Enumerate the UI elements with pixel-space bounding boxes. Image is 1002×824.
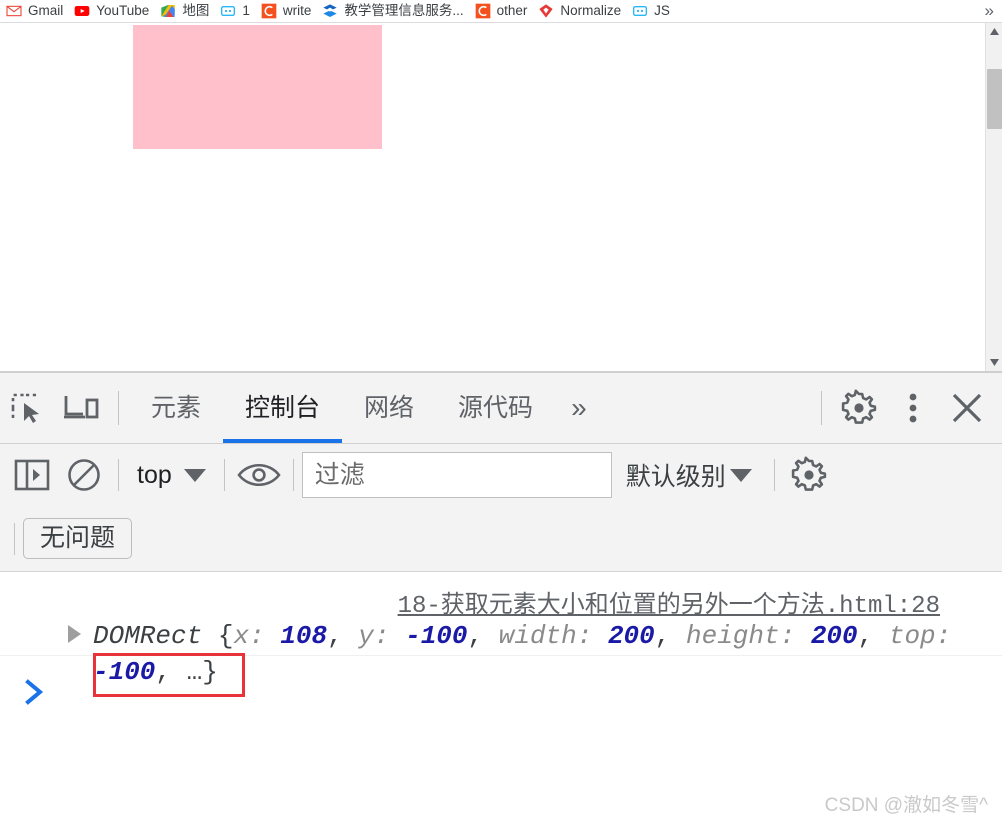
bookmark-js[interactable]: JS: [630, 0, 679, 22]
property-value-x: 108: [280, 621, 328, 651]
google-maps-icon: [161, 5, 175, 17]
blue-square-icon: [633, 6, 648, 16]
property-value-y: -100: [405, 621, 468, 651]
bookmark-label: write: [282, 3, 312, 19]
property-key-height: height:: [685, 621, 811, 651]
bookmark-1[interactable]: 1: [218, 0, 259, 22]
open-brace: {: [217, 621, 234, 651]
tab-elements[interactable]: 元素: [129, 374, 223, 443]
expand-triangle-icon[interactable]: [68, 625, 81, 643]
blue-badge-icon: [323, 4, 338, 17]
console-settings-gear-icon[interactable]: [783, 449, 835, 501]
separator: ,: [467, 621, 499, 651]
bookmarks-bar: Gmail YouTube 地图 1 write 教学管理信息服务... oth…: [0, 0, 1002, 22]
console-toolbar-divider: [118, 459, 119, 491]
close-icon[interactable]: [940, 377, 994, 439]
tabbar-divider: [118, 391, 119, 425]
tab-console[interactable]: 控制台: [223, 374, 343, 443]
separator: ,: [327, 621, 359, 651]
blue-square-icon: [221, 6, 236, 16]
csdn-watermark: CSDN @澈如冬雪^: [824, 795, 988, 816]
red-diamond-icon: [539, 4, 554, 18]
console-toolbar-second-row: 无问题: [0, 506, 1002, 572]
bookmark-youtube[interactable]: YouTube: [72, 0, 158, 22]
property-key-width: width:: [498, 621, 608, 651]
property-value-width: 200: [607, 621, 655, 651]
console-prompt-row[interactable]: [0, 668, 1002, 716]
bookmark-label: JS: [654, 3, 670, 19]
issues-divider: [14, 522, 15, 555]
orange-c-icon: [475, 3, 490, 19]
scroll-up-arrow-icon[interactable]: [986, 23, 1002, 40]
bookmark-other[interactable]: other: [473, 0, 537, 22]
console-output-area: 18-获取元素大小和位置的另外一个方法.html:28 DOMRect {x: …: [0, 572, 1002, 824]
separator: ,: [654, 621, 686, 651]
youtube-icon: [74, 6, 90, 16]
bookmark-normalize[interactable]: Normalize: [536, 0, 630, 22]
devtools-tabbar-actions: [811, 373, 1002, 444]
tabbar-actions-divider: [821, 391, 822, 425]
console-toolbar: top 默认级别: [0, 444, 1002, 506]
tab-sources[interactable]: 源代码: [436, 374, 555, 443]
console-source-link[interactable]: 18-获取元素大小和位置的另外一个方法.html:28: [398, 584, 940, 620]
console-filter-input[interactable]: [301, 452, 612, 498]
gmail-icon: [6, 5, 22, 17]
console-sidebar-toggle-icon[interactable]: [6, 449, 58, 501]
bookmark-label: Gmail: [28, 3, 64, 19]
inspect-element-icon[interactable]: [0, 377, 54, 439]
console-message-row[interactable]: 18-获取元素大小和位置的另外一个方法.html:28 DOMRect {x: …: [0, 572, 1002, 687]
page-scrollbar-thumb[interactable]: [987, 69, 1002, 129]
bookmark-gmail[interactable]: Gmail: [4, 0, 72, 22]
bookmark-label: 教学管理信息服务...: [344, 3, 464, 19]
object-type-label: DOMRect: [93, 621, 218, 651]
console-toolbar-divider-3: [292, 459, 294, 491]
console-toolbar-divider-2: [223, 459, 225, 491]
clear-console-icon[interactable]: [58, 449, 110, 501]
console-level-selector[interactable]: 默认级别: [612, 457, 766, 493]
tab-network[interactable]: 网络: [342, 374, 436, 443]
console-level-label: 默认级别: [625, 463, 726, 491]
bookmark-label: Normalize: [560, 3, 622, 19]
property-key-y: y:: [358, 621, 406, 651]
bookmark-maps[interactable]: 地图: [158, 0, 218, 22]
devtools-tabbar: 元素 控制台 网络 源代码 »: [0, 373, 1002, 444]
bookmark-label: other: [496, 3, 528, 19]
bookmark-label: 地图: [182, 3, 210, 19]
devtools-panel: 元素 控制台 网络 源代码 » top 过滤 默认级别 无问题 18-获取元素大…: [0, 371, 1002, 824]
bookmark-label: YouTube: [96, 3, 150, 19]
page-viewport: [0, 23, 1002, 371]
separator: ,: [857, 621, 889, 651]
property-key-x: x:: [233, 621, 281, 651]
more-options-icon[interactable]: [886, 377, 940, 439]
page-scrollbar[interactable]: [985, 23, 1002, 371]
bookmark-jiaoxue[interactable]: 教学管理信息服务...: [320, 0, 472, 22]
live-expression-eye-icon[interactable]: [233, 449, 285, 501]
bookmark-write[interactable]: write: [259, 0, 321, 22]
more-tabs-button[interactable]: »: [555, 392, 600, 424]
console-context-selector[interactable]: top: [127, 461, 216, 490]
console-toolbar-divider-4: [773, 459, 775, 491]
no-issues-button[interactable]: 无问题: [23, 517, 133, 560]
pink-demo-box: [133, 25, 382, 149]
orange-c-icon: [261, 3, 277, 19]
scroll-down-arrow-icon[interactable]: [986, 354, 1002, 371]
property-value-height: 200: [810, 621, 858, 651]
console-context-value: top: [137, 460, 172, 489]
chevron-down-icon: [729, 468, 752, 482]
bookmarks-overflow-button[interactable]: »: [981, 0, 998, 22]
bookmark-label: 1: [242, 3, 250, 19]
console-prompt-chevron-icon: [25, 679, 44, 705]
settings-gear-icon[interactable]: [832, 377, 886, 439]
chevron-down-icon: [183, 468, 206, 482]
device-toolbar-icon[interactable]: [54, 377, 108, 439]
property-key-top: top:: [888, 621, 967, 651]
